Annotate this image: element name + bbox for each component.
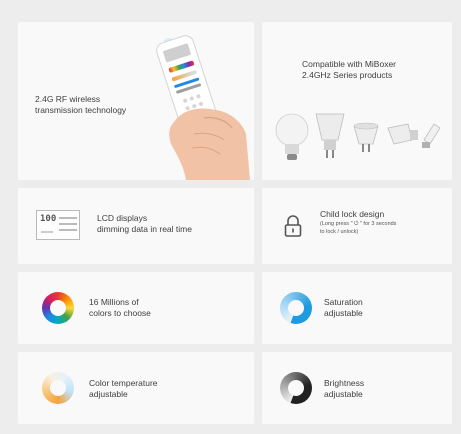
lcd-line1: LCD displays xyxy=(97,213,148,223)
lcd-screen-icon: 100 xyxy=(36,210,80,240)
card-rf-wireless: 2.4G RF wireless transmission technology xyxy=(18,22,254,180)
rf-line2: transmission technology xyxy=(35,105,127,115)
brightness-line2: adjustable xyxy=(324,389,363,399)
card-lcd: 100 LCD displays dimming data in real ti… xyxy=(18,188,254,264)
lcd-screen-value: 100 xyxy=(40,214,57,224)
saturation-line2: adjustable xyxy=(324,308,363,318)
lock-icon xyxy=(284,215,302,237)
colors-line1: 16 Millions of xyxy=(89,297,139,307)
brightness-ring-icon xyxy=(280,372,312,404)
color-temperature-ring-icon xyxy=(42,372,74,404)
card-colors: 16 Millions of colors to choose xyxy=(18,272,254,344)
card-saturation: Saturation adjustable xyxy=(262,272,452,344)
card-color-temperature: Color temperature adjustable xyxy=(18,352,254,424)
saturation-line1: Saturation xyxy=(324,297,363,307)
child-lock-note1: (Long press " ⏻ " for 3 seconds xyxy=(320,221,397,227)
rf-line1: 2.4G RF wireless xyxy=(35,94,101,104)
lcd-line2: dimming data in real time xyxy=(97,224,192,234)
child-lock-note2: to lock / unlock) xyxy=(320,229,359,235)
child-lock-title: Child lock design xyxy=(320,209,385,219)
bulb-icons xyxy=(275,113,441,160)
card-brightness: Brightness adjustable xyxy=(262,352,452,424)
color-temp-line2: adjustable xyxy=(89,389,128,399)
saturation-ring-icon xyxy=(280,292,312,324)
colors-line2: colors to choose xyxy=(89,308,151,318)
color-wheel-icon xyxy=(42,292,74,324)
card-compatible: Compatible with MiBoxer 2.4GHz Series pr… xyxy=(262,22,452,180)
brightness-line1: Brightness xyxy=(324,378,365,388)
card-child-lock: Child lock design (Long press " ⏻ " for … xyxy=(262,188,452,264)
compat-line1: Compatible with MiBoxer xyxy=(302,59,397,69)
remote-in-hand-image xyxy=(156,35,250,180)
color-temp-line1: Color temperature xyxy=(89,378,158,388)
compat-line2: 2.4GHz Series products xyxy=(302,70,393,80)
